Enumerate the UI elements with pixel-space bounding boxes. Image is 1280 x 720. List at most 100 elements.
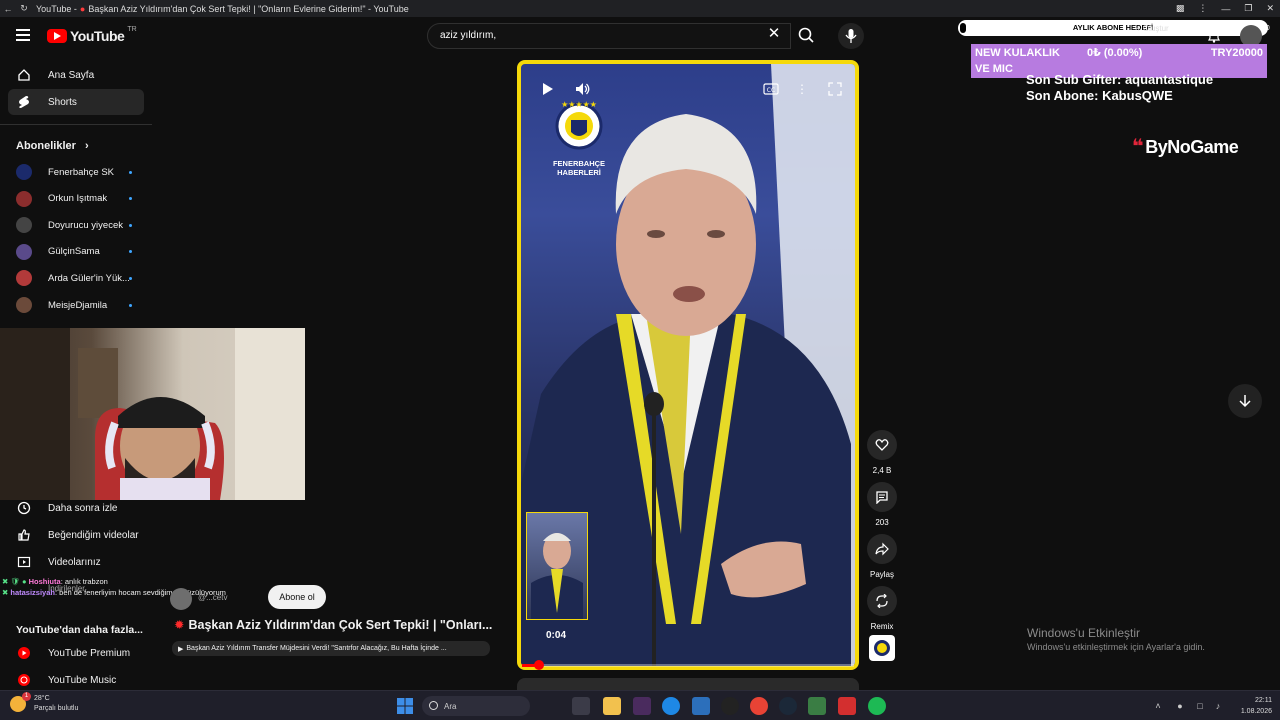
search-button[interactable]	[793, 23, 821, 49]
edge-browser-icon[interactable]	[662, 697, 680, 715]
search-icon	[429, 701, 438, 710]
create-button[interactable]: + Oluştur	[1136, 24, 1169, 33]
arrow-down-icon	[1239, 395, 1251, 408]
youtube-app-icon[interactable]	[838, 697, 856, 715]
goal-target: TRY20000	[1210, 47, 1263, 59]
subscription-item[interactable]: GülçinSama	[16, 241, 136, 263]
sidebar-item-label: Daha sonra izle	[48, 502, 118, 514]
sidebar-item-your-videos[interactable]: Videolarınız	[8, 549, 144, 575]
channel-avatar	[16, 270, 32, 287]
tray-display-icon[interactable]: □	[1194, 700, 1206, 712]
comment-icon	[876, 491, 888, 504]
clear-search-icon[interactable]: ✕	[766, 26, 782, 42]
task-view-icon[interactable]	[572, 697, 590, 715]
short-title[interactable]: ✹ Başkan Aziz Yıldırım'dan Çok Sert Tepki…	[174, 617, 492, 632]
remix-button[interactable]: Remix	[866, 586, 898, 631]
sidebar-item-watch-later[interactable]: Daha sonra izle	[8, 495, 144, 521]
goal-title: NEW KULAKLIK	[975, 47, 1060, 59]
subscriptions-heading-label: Abonelikler	[16, 140, 76, 152]
steam-icon[interactable]	[779, 697, 797, 715]
new-content-dot	[129, 276, 132, 280]
editor-app-icon[interactable]	[633, 697, 651, 715]
weather-widget[interactable]: 1 28°C Parçalı bulutlu	[10, 692, 79, 714]
progress-bar[interactable]	[522, 664, 854, 667]
store-icon[interactable]	[692, 697, 710, 715]
related-video-title: Başkan Aziz Yıldırım Transfer Müjdesini …	[186, 645, 447, 652]
extensions-icon[interactable]: ▩	[1176, 3, 1185, 14]
notifications-bell-icon[interactable]	[1206, 28, 1222, 44]
country-code: TR	[127, 25, 137, 33]
sound-source-thumbnail[interactable]	[869, 635, 895, 661]
taskbar-search[interactable]: Ara	[422, 696, 530, 716]
remix-icon	[876, 594, 888, 608]
search-input[interactable]	[440, 30, 740, 41]
channel-avatar[interactable]	[170, 588, 192, 610]
tray-chevron-up-icon[interactable]: ˄	[1152, 700, 1164, 712]
close-window-icon[interactable]: ✕	[1266, 3, 1274, 14]
next-short-button[interactable]	[1228, 384, 1262, 418]
windows-taskbar: 1 28°C Parçalı bulutlu Ara ˄ ● □ ♪ 22:11…	[0, 690, 1280, 720]
window-controls: ▩ ⋮ — ❐ ✕	[1176, 0, 1274, 17]
subscription-item[interactable]: Doyurucu yiyecek	[16, 214, 136, 236]
channel-logo-line2: HABERLERİ	[557, 168, 601, 177]
subscribe-button[interactable]: Abone ol	[268, 585, 326, 609]
heart-icon	[875, 439, 889, 451]
hamburger-menu-icon[interactable]	[16, 29, 30, 41]
minimize-icon[interactable]: —	[1221, 4, 1230, 14]
restore-icon[interactable]: ❐	[1244, 3, 1252, 14]
channel-handle[interactable]: @...cetv	[198, 593, 227, 602]
progress-scrubber-handle[interactable]	[533, 660, 544, 670]
captions-button[interactable]: CC	[760, 78, 782, 100]
subscription-item[interactable]: MeisjeDjamila	[16, 294, 136, 316]
comments-button[interactable]: 203	[866, 482, 898, 527]
play-icon: ▶	[178, 645, 184, 653]
kebab-menu-icon[interactable]: ⋮	[1198, 3, 1207, 14]
tray-volume-icon[interactable]: ♪	[1212, 700, 1224, 712]
obs-icon[interactable]	[721, 697, 739, 715]
sponsor-name: ByNoGame	[1145, 137, 1239, 157]
more-options-icon[interactable]: ⋮	[791, 78, 813, 100]
back-icon[interactable]: ←	[0, 4, 16, 14]
subscriptions-heading[interactable]: Abonelikler ›	[16, 140, 89, 152]
activation-subtitle: Windows'u etkinleştirmek için Ayarlar'a …	[1027, 642, 1205, 652]
subscription-item[interactable]: Arda Güler'in Yük...	[16, 267, 136, 289]
channel-avatar	[16, 243, 32, 260]
file-explorer-icon[interactable]	[603, 697, 621, 715]
taskbar-clock[interactable]: 22:11 1.08.2026	[1232, 695, 1272, 717]
chrome-icon[interactable]	[750, 697, 768, 715]
subscription-name: Fenerbahçe SK	[48, 166, 115, 178]
sidebar-item-label: YouTube Music	[48, 674, 117, 686]
youtube-logo[interactable]: YouTube TR	[47, 25, 137, 44]
weather-desc: Parçalı bulutlu	[34, 705, 79, 712]
volume-button[interactable]	[572, 78, 594, 100]
sidebar-item-home[interactable]: Ana Sayfa	[8, 62, 144, 88]
fullscreen-button[interactable]	[824, 78, 846, 100]
play-button[interactable]	[536, 78, 558, 100]
mini-preview-thumbnail	[526, 512, 588, 620]
subscription-item[interactable]: Orkun Işıtmak	[16, 188, 136, 210]
chat-text: : anlık trabzon	[60, 577, 108, 586]
comment-count: 203	[875, 518, 889, 527]
voice-search-button[interactable]	[838, 23, 864, 49]
club-crest-icon	[874, 640, 890, 656]
expand-icon	[828, 82, 842, 96]
new-content-dot	[129, 197, 132, 201]
like-button[interactable]: 2,4 B	[866, 430, 898, 475]
webcam-image	[0, 328, 305, 500]
tray-mic-icon[interactable]: ●	[1174, 700, 1186, 712]
spotify-icon[interactable]	[868, 697, 886, 715]
sidebar-item-premium[interactable]: YouTube Premium	[8, 640, 144, 666]
sidebar-item-shorts[interactable]: Shorts	[8, 89, 144, 115]
subscription-name: Orkun Işıtmak	[48, 193, 108, 205]
subscription-item[interactable]: Fenerbahçe SK	[16, 161, 136, 183]
reload-icon[interactable]: ↻	[16, 3, 32, 14]
sidebar-item-liked[interactable]: Beğendiğim videolar	[8, 522, 144, 548]
windows-start-icon[interactable]	[396, 697, 414, 715]
share-button[interactable]: Paylaş	[866, 534, 898, 579]
related-video-link[interactable]: ▶ Başkan Aziz Yıldırım Transfer Müjdesin…	[172, 641, 490, 656]
next-short-preview[interactable]	[517, 678, 859, 690]
tab-title[interactable]: YouTube - ● Başkan Aziz Yıldırım'dan Çok S…	[36, 4, 409, 14]
share-label: Paylaş	[869, 570, 894, 579]
search-box[interactable]	[427, 23, 791, 49]
app-icon[interactable]	[808, 697, 826, 715]
